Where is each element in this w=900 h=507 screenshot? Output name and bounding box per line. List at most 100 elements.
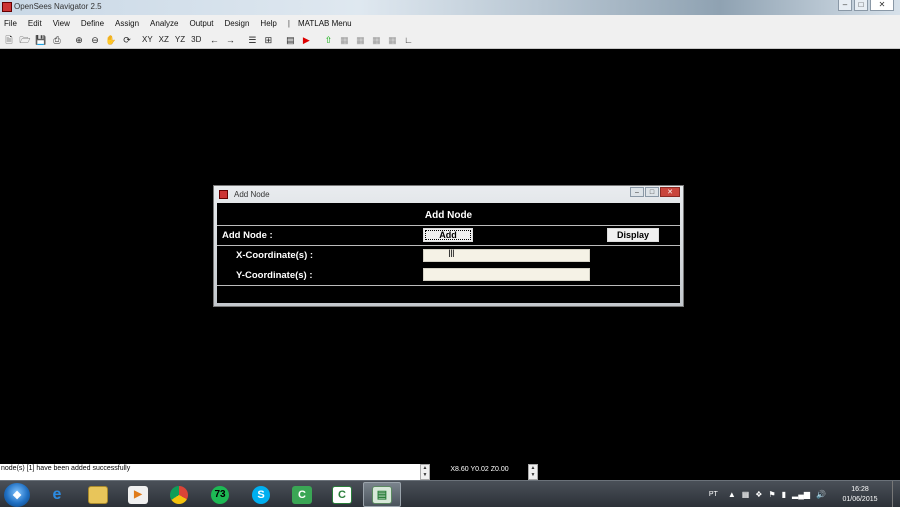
opensees-app-icon: ▤	[372, 485, 392, 504]
desktop: OpenSees Navigator 2.5 – □ ✕ File Edit V…	[0, 0, 900, 507]
grid-icon-1[interactable]: ▦	[337, 33, 351, 47]
windows-flag-icon[interactable]: ❖	[755, 490, 762, 499]
start-button[interactable]: ❖	[4, 483, 30, 507]
action-center-icon[interactable]: ⚑	[768, 490, 775, 499]
list-icon[interactable]: ☰	[245, 33, 259, 47]
dialog-header: Add Node	[424, 210, 473, 221]
coord-scroll-arrows[interactable]: ▲ ▼	[528, 464, 538, 480]
menu-matlab[interactable]: MATLAB Menu	[298, 19, 352, 28]
print-icon[interactable]: ⎙	[50, 33, 64, 47]
maximize-button[interactable]: □	[854, 0, 868, 11]
menu-separator: |	[287, 18, 290, 28]
menu-assign[interactable]: Assign	[115, 19, 139, 28]
view-yz-button[interactable]: YZ	[175, 33, 185, 47]
tray-app-icon[interactable]: ▦	[742, 490, 750, 499]
text-cursor-icon: Ⅲ	[448, 249, 455, 260]
media-player-icon: ▶	[128, 485, 148, 504]
view-3d-button[interactable]: 3D	[191, 33, 201, 47]
menu-edit[interactable]: Edit	[28, 19, 42, 28]
taskbar-camtasia[interactable]: C	[283, 482, 321, 507]
close-button[interactable]: ✕	[870, 0, 894, 11]
dialog-body: Add Node Add Node : Add Display X-Coordi…	[217, 203, 680, 303]
add-node-dialog: Add Node – □ ✕ Add Node Add Node : Add D…	[213, 185, 684, 307]
show-desktop-button[interactable]	[892, 481, 900, 507]
arrow-right-icon[interactable]: →	[223, 33, 237, 47]
window-controls: – □ ✕	[838, 0, 894, 12]
zoom-out-icon[interactable]: ⊖	[88, 33, 102, 47]
chart-icon[interactable]: ∟	[401, 33, 415, 47]
dialog-minimize-button[interactable]: –	[630, 187, 644, 197]
taskbar-camtasia-recorder[interactable]: C	[323, 482, 361, 507]
add-button[interactable]: Add	[423, 228, 473, 242]
skype-icon: S	[252, 485, 270, 504]
dialog-app-icon	[219, 190, 228, 199]
zoom-in-icon[interactable]: ⊕	[72, 33, 86, 47]
open-folder-icon[interactable]: 🗁	[18, 33, 32, 47]
volume-icon[interactable]: 🔊	[816, 490, 826, 499]
clock[interactable]: 16:28 01/06/2015	[832, 485, 888, 505]
clock-date: 01/06/2015	[842, 495, 878, 503]
chrome-icon	[170, 485, 188, 504]
run-icon[interactable]: ▶	[299, 33, 313, 47]
taskbar-opensees[interactable]: ▤	[363, 482, 401, 507]
taskbar: ❖ e ▶ 73 S C C ▤ PT ▲ ▦ ❖ ⚑ ▮ ▂▄▆ 🔊 16:2…	[0, 480, 900, 507]
folder-icon	[88, 485, 108, 504]
toolbar: 🗎 🗁 💾 ⎙ ⊕ ⊖ ✋ ⟳ XY XZ YZ 3D ← → ☰ ⊞ ▤ ▶ …	[0, 31, 900, 49]
window-title: OpenSees Navigator 2.5	[14, 2, 102, 11]
add-node-label: Add Node :	[222, 230, 273, 241]
rotate-icon[interactable]: ⟳	[120, 33, 134, 47]
dialog-close-button[interactable]: ✕	[660, 187, 680, 197]
divider	[217, 285, 680, 286]
camtasia-recorder-icon: C	[332, 485, 352, 504]
ie-icon: e	[52, 485, 62, 503]
x-coordinate-label: X-Coordinate(s) :	[236, 250, 314, 261]
menu-bar: File Edit View Define Assign Analyze Out…	[0, 15, 900, 31]
menu-analyze[interactable]: Analyze	[150, 19, 178, 28]
language-indicator[interactable]: PT	[709, 491, 718, 498]
view-xz-button[interactable]: XZ	[159, 33, 169, 47]
grid-icon-2[interactable]: ▦	[353, 33, 367, 47]
system-tray: PT ▲ ▦ ❖ ⚑ ▮ ▂▄▆ 🔊 16:28 01/06/2015	[709, 481, 900, 507]
view-xy-button[interactable]: XY	[142, 33, 153, 47]
dialog-maximize-button[interactable]: □	[645, 187, 659, 197]
minimize-button[interactable]: –	[838, 0, 852, 11]
status-bar: node(s) [1] have been added successfully…	[0, 464, 900, 480]
menu-define[interactable]: Define	[81, 19, 104, 28]
status-scroll-arrows[interactable]: ▲ ▼	[420, 464, 430, 480]
display-button[interactable]: Display	[607, 228, 659, 242]
arrow-left-icon[interactable]: ←	[207, 33, 221, 47]
menu-file[interactable]: File	[4, 19, 17, 28]
assign-icon[interactable]: ⊞	[261, 33, 275, 47]
y-coordinate-label: Y-Coordinate(s) :	[236, 270, 313, 281]
upload-arrow-icon[interactable]: ⇧	[321, 33, 335, 47]
dialog-controls: – □ ✕	[630, 187, 680, 197]
status-message: node(s) [1] have been added successfully	[0, 464, 420, 480]
grid-icon-4[interactable]: ▦	[385, 33, 399, 47]
spotify-icon: 73	[211, 485, 229, 504]
taskbar-ie[interactable]: e	[38, 482, 76, 507]
camtasia-icon: C	[292, 485, 312, 504]
taskbar-chrome[interactable]	[160, 482, 198, 507]
menu-design[interactable]: Design	[225, 19, 250, 28]
save-icon[interactable]: 💾	[34, 33, 48, 47]
new-file-icon[interactable]: 🗎	[2, 33, 16, 47]
grid-icon-3[interactable]: ▦	[369, 33, 383, 47]
menu-output[interactable]: Output	[190, 19, 214, 28]
divider	[217, 245, 680, 246]
taskbar-explorer[interactable]	[79, 482, 117, 507]
dialog-title: Add Node	[234, 190, 270, 199]
divider	[217, 225, 680, 226]
taskbar-spotify[interactable]: 73	[201, 482, 239, 507]
tray-expand-icon[interactable]: ▲	[728, 490, 736, 499]
window-titlebar: OpenSees Navigator 2.5 – □ ✕	[0, 0, 900, 15]
taskbar-skype[interactable]: S	[242, 482, 280, 507]
menu-help[interactable]: Help	[260, 19, 276, 28]
menu-view[interactable]: View	[53, 19, 70, 28]
battery-icon[interactable]: ▮	[782, 490, 786, 499]
y-coordinate-field[interactable]	[423, 268, 590, 281]
signal-icon[interactable]: ▂▄▆	[792, 490, 810, 499]
text-file-icon[interactable]: ▤	[283, 33, 297, 47]
taskbar-media-player[interactable]: ▶	[119, 482, 157, 507]
clock-time: 16:28	[851, 485, 869, 493]
pan-hand-icon[interactable]: ✋	[104, 33, 118, 47]
